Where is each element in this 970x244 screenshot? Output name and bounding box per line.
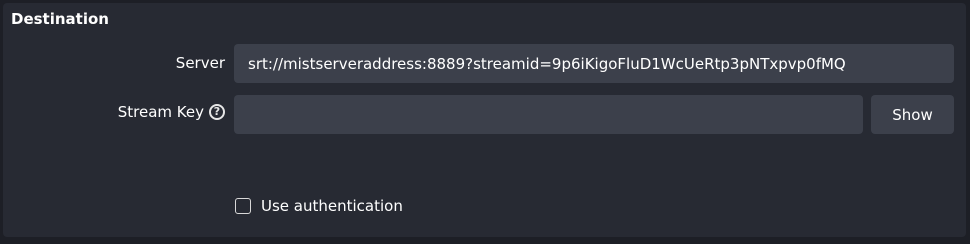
stream-key-label: Stream Key ? [118, 102, 225, 122]
server-label-text: Server [175, 54, 225, 72]
stream-key-label-text: Stream Key [117, 103, 204, 121]
help-icon[interactable]: ? [209, 104, 225, 120]
server-field[interactable]: srt://mistserveraddress:8889?streamid=9p… [234, 44, 954, 83]
show-button[interactable]: Show [871, 95, 954, 134]
server-label: Server [176, 53, 225, 73]
use-authentication-row[interactable]: Use authentication [235, 196, 403, 216]
server-value: srt://mistserveraddress:8889?streamid=9p… [248, 54, 846, 73]
use-authentication-checkbox[interactable] [235, 198, 251, 214]
destination-panel: Destination Server srt://mistserveraddre… [3, 3, 966, 237]
use-authentication-label[interactable]: Use authentication [261, 196, 403, 216]
section-title: Destination [11, 10, 109, 28]
stream-key-input[interactable] [248, 105, 849, 124]
stream-key-field[interactable] [234, 95, 863, 134]
